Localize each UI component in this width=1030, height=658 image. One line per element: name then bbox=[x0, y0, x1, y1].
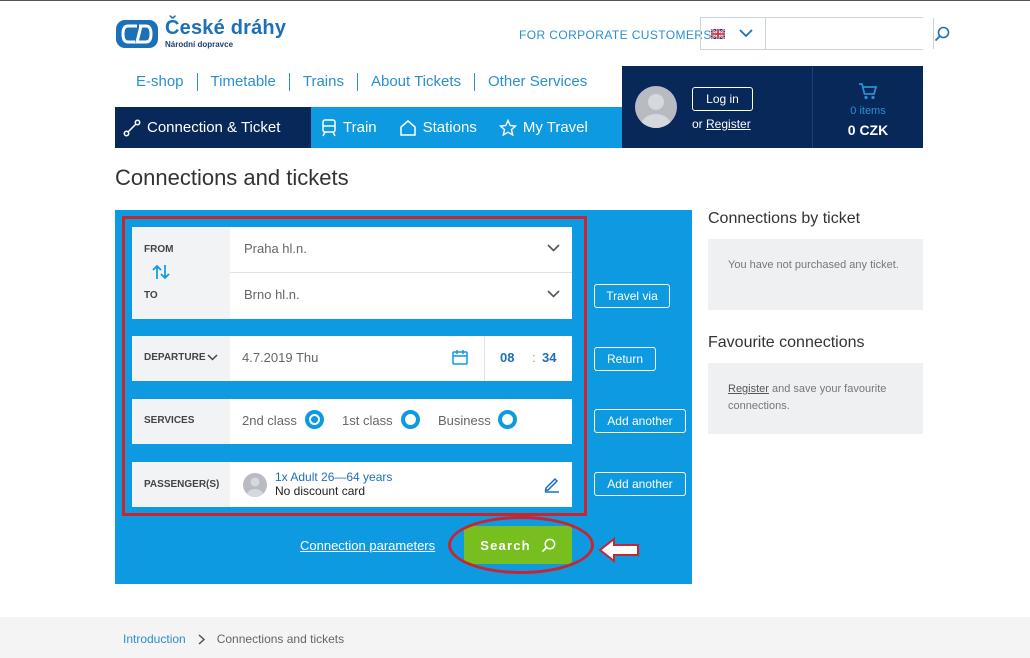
breadcrumb-home[interactable]: Introduction bbox=[123, 632, 186, 646]
site-search-input[interactable] bbox=[766, 18, 933, 49]
chevron-down-icon bbox=[739, 29, 753, 38]
language-selector[interactable] bbox=[700, 17, 765, 50]
cart-total: 0 CZK bbox=[847, 122, 889, 138]
brand-title: České dráhy bbox=[165, 17, 287, 39]
brand-logo[interactable]: České dráhy Národní dopravce bbox=[115, 18, 286, 49]
annotation-arrow-icon bbox=[598, 537, 639, 563]
tab-connection-ticket-label: Connection & Ticket bbox=[147, 119, 281, 136]
annotation-highlight-ellipse bbox=[448, 516, 594, 574]
annotation-highlight-box bbox=[122, 216, 587, 516]
add-another-passenger-button[interactable]: Add another bbox=[594, 472, 686, 496]
connection-search-form: FROM TO Praha hl.n. Brno hl.n. DEPARTURE… bbox=[115, 210, 692, 584]
tab-train[interactable]: Train bbox=[311, 107, 389, 148]
register-link[interactable]: Register bbox=[706, 117, 751, 131]
shopping-cart[interactable]: 0 items 0 CZK bbox=[813, 66, 923, 148]
add-another-service-button[interactable]: Add another bbox=[594, 409, 686, 433]
return-button[interactable]: Return bbox=[594, 347, 656, 371]
user-icon bbox=[641, 94, 671, 128]
tab-stations[interactable]: Stations bbox=[389, 107, 489, 148]
nav-trains[interactable]: Trains bbox=[288, 73, 357, 91]
search-icon bbox=[934, 26, 950, 41]
tab-stations-label: Stations bbox=[422, 119, 477, 136]
cart-icon bbox=[859, 83, 878, 100]
cart-item-count: 0 items bbox=[850, 105, 886, 117]
breadcrumb: Introduction Connections and tickets bbox=[123, 632, 344, 646]
tab-my-travel-label: My Travel bbox=[522, 119, 588, 136]
register-prompt: or Register bbox=[692, 117, 751, 131]
site-search bbox=[765, 17, 950, 50]
tab-connection-ticket[interactable]: Connection & Ticket bbox=[115, 107, 311, 148]
route-icon bbox=[123, 119, 141, 136]
sub-navigation: Connection & Ticket Train Stations My Tr… bbox=[115, 107, 622, 148]
nav-other-services[interactable]: Other Services bbox=[474, 73, 600, 91]
or-text: or bbox=[692, 117, 703, 131]
connections-by-ticket-title: Connections by ticket bbox=[708, 210, 861, 227]
account-panel: Log in or Register 0 items 0 CZK bbox=[622, 66, 923, 148]
favourite-connections-title: Favourite connections bbox=[708, 334, 865, 351]
nav-eshop[interactable]: E-shop bbox=[123, 73, 197, 91]
brand-subtitle: Národní dopravce bbox=[165, 40, 234, 49]
nav-timetable[interactable]: Timetable bbox=[196, 73, 289, 91]
footer-bar: Introduction Connections and tickets bbox=[0, 617, 1030, 658]
page-title: Connections and tickets bbox=[115, 165, 349, 190]
travel-via-button[interactable]: Travel via bbox=[594, 284, 670, 308]
chevron-right-icon bbox=[198, 633, 205, 645]
no-tickets-text: You have not purchased any ticket. bbox=[728, 259, 899, 271]
uk-flag-icon bbox=[711, 28, 725, 39]
corporate-customers-link[interactable]: FOR CORPORATE CUSTOMERS bbox=[519, 28, 712, 42]
cd-logo-icon bbox=[116, 19, 158, 48]
breadcrumb-current: Connections and tickets bbox=[216, 632, 345, 646]
tab-my-travel[interactable]: My Travel bbox=[489, 107, 600, 148]
top-border bbox=[0, 0, 1030, 1]
star-icon bbox=[498, 118, 517, 136]
login-button[interactable]: Log in bbox=[692, 87, 753, 111]
favourite-connections-box: Register and save your favourite connect… bbox=[708, 363, 923, 434]
train-icon bbox=[322, 118, 336, 136]
station-icon bbox=[399, 119, 416, 136]
main-navigation: E-shop Timetable Trains About Tickets Ot… bbox=[123, 73, 600, 91]
nav-about-tickets[interactable]: About Tickets bbox=[356, 73, 474, 91]
favourite-register-link[interactable]: Register bbox=[728, 383, 769, 395]
site-search-button[interactable] bbox=[933, 18, 950, 49]
connections-by-ticket-box: You have not purchased any ticket. bbox=[708, 239, 923, 310]
connection-parameters-link[interactable]: Connection parameters bbox=[300, 538, 435, 553]
tab-train-label: Train bbox=[343, 119, 377, 136]
user-avatar[interactable] bbox=[635, 86, 677, 128]
